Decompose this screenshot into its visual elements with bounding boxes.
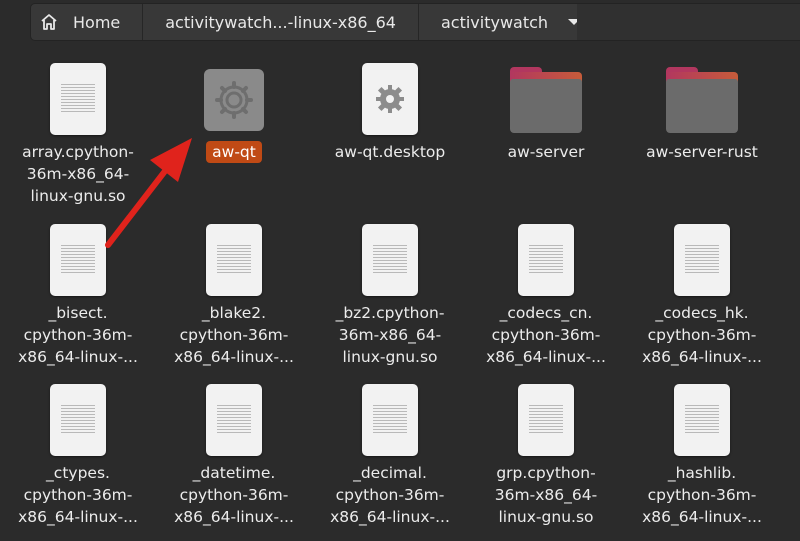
file-name: _datetime. cpython-36m- x86_64-linux-... bbox=[174, 464, 294, 526]
breadcrumb-parent-folder[interactable]: activitywatch...-linux-x86_64 bbox=[143, 4, 419, 40]
document-icon bbox=[50, 224, 106, 296]
file-name: aw-server bbox=[507, 143, 585, 161]
file-name: aw-qt bbox=[206, 141, 262, 163]
file-name: grp.cpython- 36m-x86_64- linux-gnu.so bbox=[494, 464, 598, 526]
breadcrumb-parent-label: activitywatch...-linux-x86_64 bbox=[165, 12, 396, 32]
path-breadcrumb: Home activitywatch...-linux-x86_64 activ… bbox=[30, 3, 596, 41]
document-icon bbox=[674, 384, 730, 456]
home-icon bbox=[39, 12, 59, 32]
file-name: _hashlib. cpython-36m- x86_64-linux-... bbox=[642, 464, 762, 526]
document-icon bbox=[206, 384, 262, 456]
document-icon bbox=[50, 63, 106, 135]
file-name: _bisect. cpython-36m- x86_64-linux-... bbox=[18, 304, 138, 366]
file-name: _blake2. cpython-36m- x86_64-linux-... bbox=[174, 304, 294, 366]
document-icon bbox=[518, 224, 574, 296]
breadcrumb-home[interactable]: Home bbox=[31, 4, 144, 40]
document-icon bbox=[518, 384, 574, 456]
file-name: _bz2.cpython- 36m-x86_64- linux-gnu.so bbox=[335, 304, 445, 366]
breadcrumb-home-label: Home bbox=[73, 12, 121, 32]
folder-icon bbox=[666, 67, 738, 133]
breadcrumb-current-label: activitywatch bbox=[440, 12, 549, 32]
file-name: _codecs_cn. cpython-36m- x86_64-linux-..… bbox=[486, 304, 606, 366]
file-name: aw-server-rust bbox=[646, 143, 758, 161]
breadcrumb-spacer bbox=[577, 3, 800, 41]
document-icon bbox=[674, 224, 730, 296]
file-name: array.cpython- 36m-x86_64- linux-gnu.so bbox=[22, 143, 134, 205]
file-name: aw-qt.desktop bbox=[334, 143, 446, 161]
document-icon bbox=[50, 384, 106, 456]
desktop-file-gear-icon bbox=[362, 63, 418, 135]
file-name: _ctypes. cpython-36m- x86_64-linux-... bbox=[18, 464, 138, 526]
document-icon bbox=[206, 224, 262, 296]
document-icon bbox=[362, 224, 418, 296]
folder-icon bbox=[510, 67, 582, 133]
breadcrumb-current-folder[interactable]: activitywatch bbox=[419, 4, 594, 40]
file-name: _decimal. cpython-36m- x86_64-linux-... bbox=[330, 464, 450, 526]
document-icon bbox=[362, 384, 418, 456]
executable-gear-icon bbox=[204, 69, 264, 131]
file-name: _codecs_hk. cpython-36m- x86_64-linux-..… bbox=[642, 304, 762, 366]
